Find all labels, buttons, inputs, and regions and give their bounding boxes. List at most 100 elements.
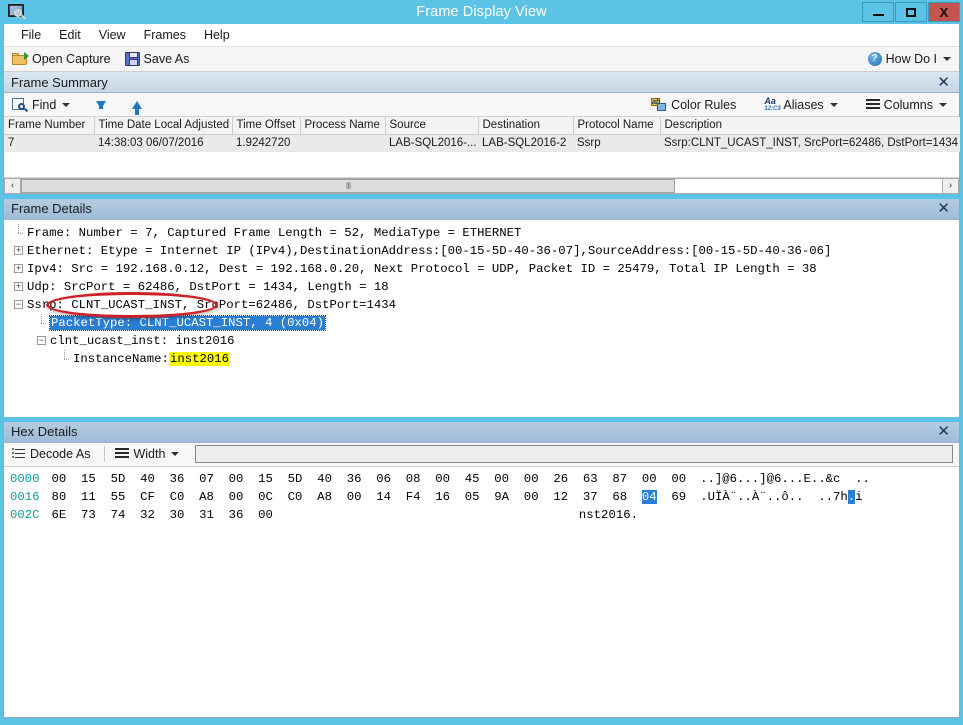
frame-details-tree[interactable]: Frame: Number = 7, Captured Frame Length… xyxy=(4,219,959,417)
cell-time-date-local-adjusted: 14:38:03 06/07/2016 xyxy=(94,134,232,152)
cell-process-name xyxy=(300,134,385,152)
hex-details-close-icon[interactable]: ✕ xyxy=(932,424,955,439)
menu-item-help[interactable]: Help xyxy=(195,26,239,44)
hex-byte-selected[interactable]: 04 xyxy=(641,489,657,504)
tree-node-ssrp[interactable]: − Ssrp: CLNT_UCAST_INST, SrcPort=62486, … xyxy=(4,296,959,314)
frame-summary-toolbar: Find ab Color Rules Aa12:C3 Aliases xyxy=(4,93,959,117)
tree-node-ethernet[interactable]: + Ethernet: Etype = Internet IP (IPv4),D… xyxy=(4,242,959,260)
expand-toggle-icon[interactable]: + xyxy=(14,282,23,291)
color-rules-label: Color Rules xyxy=(671,97,737,112)
find-button[interactable]: Find xyxy=(10,97,76,113)
menu-item-frames[interactable]: Frames xyxy=(135,26,195,44)
frame-details-pane-header: Frame Details ✕ xyxy=(4,198,959,220)
minimize-button[interactable] xyxy=(862,2,894,22)
cell-time-offset: 1.9242720 xyxy=(232,134,300,152)
aliases-button[interactable]: Aa 12:C3 Aliases xyxy=(762,95,843,113)
cell-frame-number: 7 xyxy=(4,134,94,152)
color-rules-icon: ab xyxy=(651,97,667,112)
column-header-source[interactable]: Source xyxy=(385,117,479,135)
scroll-left-button[interactable]: ‹ xyxy=(4,177,21,194)
client-area: File Edit View Frames Help Open Capture … xyxy=(3,24,960,718)
expand-toggle-icon[interactable]: + xyxy=(14,264,23,273)
cell-destination: LAB-SQL2016-2 xyxy=(478,134,573,152)
color-rules-button[interactable]: ab Color Rules xyxy=(649,97,742,113)
chevron-down-icon xyxy=(943,57,951,61)
aliases-icon: Aa 12:C3 xyxy=(764,95,781,112)
column-header-process-name[interactable]: Process Name xyxy=(300,117,386,135)
decode-as-label: Decode As xyxy=(30,447,91,462)
hex-address: 0000 xyxy=(10,471,40,486)
save-as-label: Save As xyxy=(143,52,190,66)
cell-source: LAB-SQL2016-... xyxy=(385,134,478,152)
arrow-down-icon xyxy=(96,100,107,109)
cell-description: Ssrp:CLNT_UCAST_INST, SrcPort=62486, Dst… xyxy=(660,134,960,152)
frame-summary-grid-wrap: Frame Number Time Date Local Adjusted Ti… xyxy=(4,117,960,177)
scroll-right-button[interactable]: › xyxy=(942,177,959,194)
scroll-thumb[interactable]: III xyxy=(21,178,675,193)
tree-node-label: Ethernet: Etype = Internet IP (IPv4),Des… xyxy=(27,243,832,258)
column-header-time-offset[interactable]: Time Offset xyxy=(232,117,301,135)
menu-item-view[interactable]: View xyxy=(90,26,135,44)
collapse-toggle-icon[interactable]: − xyxy=(37,336,46,345)
hex-search-input[interactable] xyxy=(195,445,953,464)
arrow-up-icon xyxy=(132,100,143,115)
open-folder-icon xyxy=(12,51,29,66)
minimize-icon xyxy=(872,14,884,16)
table-row[interactable]: 7 14:38:03 06/07/2016 1.9242720 LAB-SQL2… xyxy=(4,134,960,152)
menu-item-file[interactable]: File xyxy=(12,26,50,44)
hex-details-toolbar: Decode As Width xyxy=(4,442,959,467)
save-disk-icon xyxy=(124,52,140,66)
open-capture-label: Open Capture xyxy=(32,52,111,66)
tree-node-udp[interactable]: + Udp: SrcPort = 62486, DstPort = 1434, … xyxy=(4,278,959,296)
hex-dump[interactable]: 0000 00 15 5D 40 36 07 00 15 5D 40 36 06… xyxy=(4,466,959,524)
menu-item-edit[interactable]: Edit xyxy=(50,26,90,44)
hex-bytes: 80 11 55 CF C0 A8 00 0C C0 A8 00 14 F4 1… xyxy=(51,489,687,504)
frame-summary-grid: Frame Number Time Date Local Adjusted Ti… xyxy=(4,117,960,152)
hex-ascii: .UÏÀ¨..À¨..ô.. ..7h.i xyxy=(700,489,863,504)
tree-node-label: InstanceName: xyxy=(73,351,169,366)
network-monitor-icon xyxy=(7,3,27,21)
column-header-frame-number[interactable]: Frame Number xyxy=(4,117,95,135)
tree-node-frame[interactable]: Frame: Number = 7, Captured Frame Length… xyxy=(4,223,959,242)
maximize-button[interactable] xyxy=(895,2,927,22)
find-previous-button[interactable] xyxy=(130,100,148,115)
hex-line: 002C 6E 73 74 32 30 31 36 00 nst2016. xyxy=(10,506,959,524)
column-header-destination[interactable]: Destination xyxy=(478,117,574,135)
hex-details-pane-header: Hex Details ✕ xyxy=(4,421,959,443)
frame-details-close-icon[interactable]: ✕ xyxy=(932,201,955,216)
hex-ascii: ..]@6...]@6...E..&c .. xyxy=(700,471,870,486)
tree-guide xyxy=(37,313,46,332)
how-do-i-button[interactable]: ? How Do I xyxy=(867,52,951,66)
scroll-track[interactable]: III xyxy=(21,177,942,194)
tree-node-packettype[interactable]: PacketType: CLNT_UCAST_INST, 4 (0x04) xyxy=(4,313,959,332)
column-header-description[interactable]: Description xyxy=(660,117,960,135)
width-icon xyxy=(115,448,130,460)
open-capture-button[interactable]: Open Capture xyxy=(10,51,117,67)
find-next-button[interactable] xyxy=(94,100,112,110)
chevron-down-icon xyxy=(171,452,180,457)
tree-node-label: Udp: SrcPort = 62486, DstPort = 1434, Le… xyxy=(27,279,389,294)
save-as-button[interactable]: Save As xyxy=(123,51,196,67)
frame-summary-close-icon[interactable]: ✕ xyxy=(932,75,955,90)
expand-toggle-icon[interactable]: + xyxy=(14,246,23,255)
tree-node-label: Ssrp: CLNT_UCAST_INST, SrcPort=62486, Ds… xyxy=(27,297,396,312)
frame-summary-horizontal-scrollbar[interactable]: ‹ III › xyxy=(4,176,959,194)
column-header-time-date-local-adjusted[interactable]: Time Date Local Adjusted xyxy=(94,117,233,135)
tree-node-ipv4[interactable]: + Ipv4: Src = 192.168.0.12, Dest = 192.1… xyxy=(4,260,959,278)
tree-node-clnt-ucast-inst[interactable]: − clnt_ucast_inst: inst2016 xyxy=(4,332,959,350)
chevron-down-icon xyxy=(939,102,947,107)
columns-icon xyxy=(865,98,880,111)
tree-node-label-selected: PacketType: CLNT_UCAST_INST, 4 (0x04) xyxy=(48,314,327,331)
collapse-toggle-icon[interactable]: − xyxy=(14,300,23,309)
decode-as-button[interactable]: Decode As xyxy=(10,446,96,462)
frame-summary-right-tools: ab Color Rules Aa12:C3 Aliases Columns xyxy=(649,95,953,113)
width-button[interactable]: Width xyxy=(113,446,185,462)
hex-line: 0016 80 11 55 CF C0 A8 00 0C C0 A8 00 14… xyxy=(10,488,959,506)
tree-node-instancename[interactable]: InstanceName: inst2016 xyxy=(4,349,959,368)
column-header-protocol-name[interactable]: Protocol Name xyxy=(573,117,661,135)
columns-button[interactable]: Columns xyxy=(864,97,953,113)
close-icon: X xyxy=(939,4,949,20)
close-button[interactable]: X xyxy=(928,2,960,22)
frame-details-title: Frame Details xyxy=(11,201,92,216)
hex-ascii-selected[interactable]: . xyxy=(847,489,856,504)
